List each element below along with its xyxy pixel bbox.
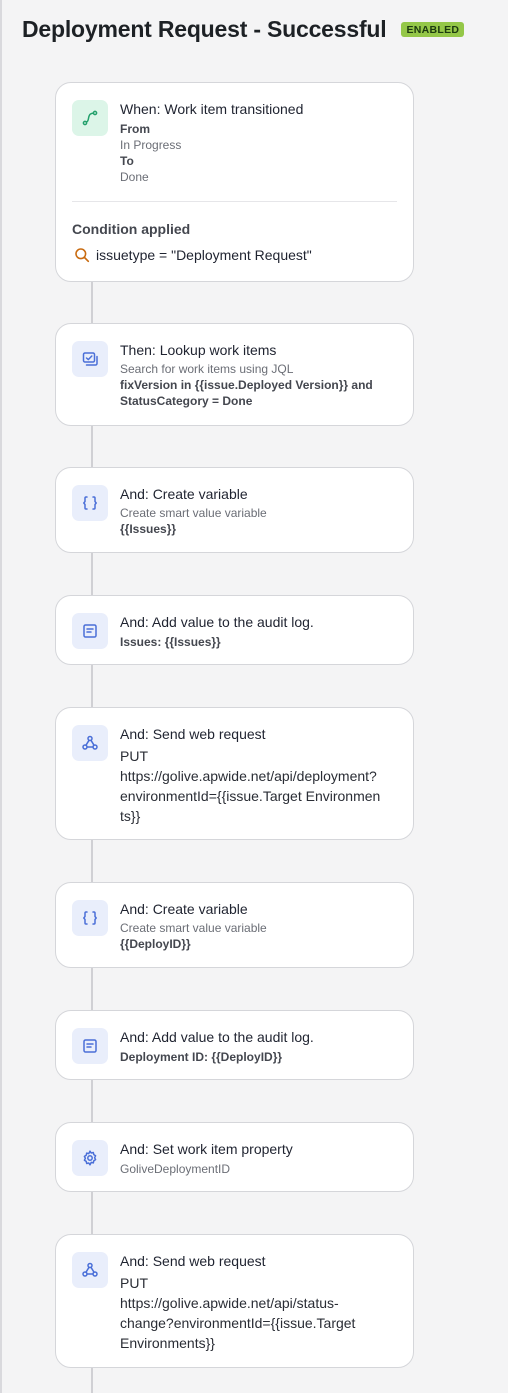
status-badge: ENABLED <box>401 22 465 37</box>
trigger-card[interactable]: When: Work item transitioned From In Pro… <box>55 82 414 282</box>
step-title: And: Set work item property <box>120 1141 293 1157</box>
step-title: And: Send web request <box>120 726 266 742</box>
rule-header: Deployment Request - Successful ENABLED <box>22 16 465 43</box>
step-detail: {{Issues}} <box>120 522 177 536</box>
step-detail: {{DeployID}} <box>120 937 191 951</box>
lookup-icon <box>72 341 108 377</box>
gear-icon <box>72 1140 108 1176</box>
request-url: https://golive.apwide.net/api/deployment… <box>120 768 381 824</box>
connector-line <box>91 840 93 882</box>
left-border <box>0 0 2 1393</box>
request-url: https://golive.apwide.net/api/status-cha… <box>120 1295 356 1351</box>
step-subtitle: Create smart value variable <box>120 921 267 935</box>
audit-log-icon <box>72 1028 108 1064</box>
step-card-create-variable[interactable]: And: Create variable Create smart value … <box>55 467 414 553</box>
step-title: And: Add value to the audit log. <box>120 1029 314 1045</box>
http-method: PUT <box>120 1275 148 1291</box>
divider <box>72 201 397 202</box>
from-label: From <box>120 122 150 136</box>
step-detail: Deployment ID: {{DeployID}} <box>120 1050 283 1064</box>
connector-line <box>91 426 93 467</box>
webhook-icon <box>72 1252 108 1288</box>
from-value: In Progress <box>120 138 182 152</box>
step-title: Then: Lookup work items <box>120 342 277 358</box>
step-subtitle: GoliveDeploymentID <box>120 1162 231 1176</box>
page-title: Deployment Request - Successful <box>22 16 387 42</box>
step-detail: Issues: {{Issues}} <box>120 635 221 649</box>
trigger-title: When: Work item transitioned <box>120 101 304 117</box>
connector-line <box>91 553 93 595</box>
step-card-set-property[interactable]: And: Set work item property GoliveDeploy… <box>55 1122 414 1192</box>
step-card-web-request[interactable]: And: Send web request PUT https://golive… <box>55 1234 414 1368</box>
connector-line <box>91 968 93 1010</box>
condition-text: issuetype = "Deployment Request" <box>96 247 312 263</box>
braces-icon <box>72 485 108 521</box>
connector-line <box>91 665 93 707</box>
braces-icon <box>72 900 108 936</box>
search-icon <box>75 248 90 263</box>
http-method: PUT <box>120 748 148 764</box>
transition-icon <box>72 100 108 136</box>
step-subtitle: Create smart value variable <box>120 506 267 520</box>
condition-row[interactable]: issuetype = "Deployment Request" <box>74 247 312 263</box>
step-title: And: Create variable <box>120 486 248 502</box>
connector-line <box>91 282 93 323</box>
step-card-web-request[interactable]: And: Send web request PUT https://golive… <box>55 707 414 840</box>
step-subtitle: Search for work items using JQL <box>120 362 294 376</box>
connector-line <box>91 1192 93 1234</box>
connector-line <box>91 1080 93 1122</box>
condition-label: Condition applied <box>72 221 191 237</box>
step-card-lookup[interactable]: Then: Lookup work items Search for work … <box>55 323 414 426</box>
step-title: And: Create variable <box>120 901 248 917</box>
step-detail: fixVersion in {{issue.Deployed Version}}… <box>120 378 373 408</box>
audit-log-icon <box>72 613 108 649</box>
webhook-icon <box>72 725 108 761</box>
step-card-audit-log[interactable]: And: Add value to the audit log. Deploym… <box>55 1010 414 1080</box>
step-card-audit-log[interactable]: And: Add value to the audit log. Issues:… <box>55 595 414 665</box>
connector-line <box>91 1368 93 1393</box>
to-label: To <box>120 154 134 168</box>
to-value: Done <box>120 170 149 184</box>
step-card-create-variable[interactable]: And: Create variable Create smart value … <box>55 882 414 968</box>
step-title: And: Send web request <box>120 1253 266 1269</box>
step-title: And: Add value to the audit log. <box>120 614 314 630</box>
